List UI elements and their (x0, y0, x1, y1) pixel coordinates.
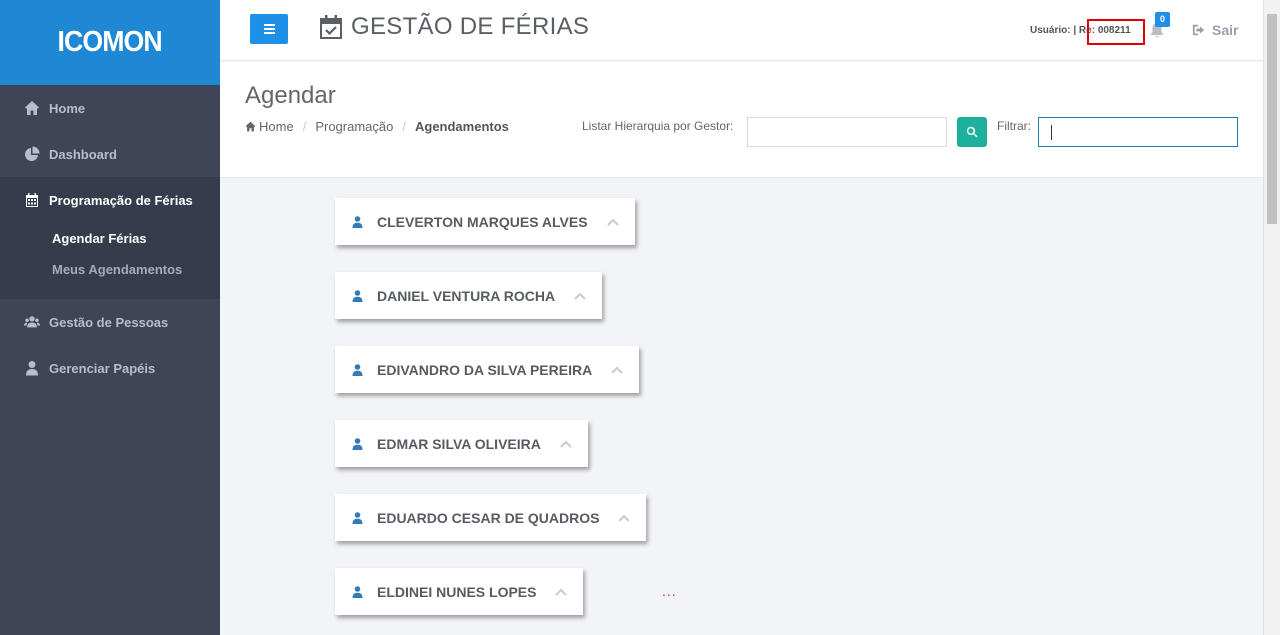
notification-badge: 0 (1155, 12, 1170, 27)
scrollbar-thumb[interactable] (1267, 14, 1277, 224)
sidebar-item-gestao-pessoas[interactable]: Gestão de Pessoas (0, 299, 220, 345)
page-scrollbar[interactable] (1263, 0, 1280, 635)
sidebar-item-label: Gestão de Pessoas (49, 314, 169, 330)
app-title: GESTÃO DE FÉRIAS (319, 13, 589, 41)
user-icon (352, 437, 363, 450)
employee-name: ELDINEI NUNES LOPES (377, 583, 537, 600)
top-header: GESTÃO DE FÉRIAS Usuário: | Re: 008211 0… (220, 0, 1263, 61)
sidebar-nav: Home Dashboard Programação de Férias Age… (0, 85, 220, 391)
sidebar-item-label: Home (49, 100, 86, 116)
sidebar-item-gerenciar-papeis[interactable]: Gerenciar Papéis (0, 345, 220, 391)
user-label: Usuário: | (1030, 25, 1077, 36)
employee-name: EDUARDO CESAR DE QUADROS (377, 509, 600, 526)
text-caret (1051, 125, 1052, 140)
sidebar-item-dashboard[interactable]: Dashboard (0, 131, 220, 177)
employee-name: CLEVERTON MARQUES ALVES (377, 213, 588, 230)
user-icon (352, 215, 363, 228)
breadcrumb-programacao[interactable]: Programação (315, 119, 393, 134)
filter-input[interactable] (1038, 117, 1238, 147)
employee-card[interactable]: EDIVANDRO DA SILVA PEREIRA (335, 346, 640, 393)
logo[interactable]: ICOMON (0, 0, 220, 85)
breadcrumb-current: Agendamentos (414, 119, 509, 134)
employee-name: EDMAR SILVA OLIVEIRA (377, 435, 541, 452)
menu-toggle-button[interactable] (250, 14, 288, 44)
logo-text: ICOMON (57, 26, 163, 58)
sidebar-item-programacao[interactable]: Programação de Férias (0, 177, 220, 223)
sidebar-group-programacao: Programação de Férias Agendar Férias Meu… (0, 177, 220, 299)
filter-label: Filtrar: (997, 119, 1031, 133)
employee-card[interactable]: EDUARDO CESAR DE QUADROS (335, 494, 647, 541)
employee-card[interactable]: DANIEL VENTURA ROCHA (335, 272, 603, 319)
pie-chart-icon (25, 146, 40, 161)
hierarchy-label: Listar Hierarquia por Gestor: (582, 119, 734, 133)
home-icon (25, 101, 39, 115)
sidebar: ICOMON Home Dashboard Programação de Fér… (0, 0, 220, 635)
chevron-up-icon[interactable] (618, 514, 631, 522)
chevron-up-icon[interactable] (574, 292, 586, 300)
sidebar-subitem-agendar-ferias[interactable]: Agendar Férias (0, 223, 220, 254)
employee-name: EDIVANDRO DA SILVA PEREIRA (377, 361, 593, 378)
logout-button[interactable]: Sair (1192, 22, 1238, 38)
search-icon (966, 126, 978, 138)
user-icon (352, 289, 363, 302)
user-icon (352, 363, 363, 376)
sidebar-item-home[interactable]: Home (0, 85, 220, 131)
page-header: Agendar Home / Programação / Agendamento… (220, 62, 1263, 178)
breadcrumb-separator: / (402, 119, 406, 134)
user-icon (352, 585, 363, 598)
breadcrumb: Home / Programação / Agendamentos (245, 119, 509, 134)
highlight-box (1087, 19, 1145, 45)
hierarchy-input[interactable] (747, 117, 947, 147)
employee-card[interactable]: CLEVERTON MARQUES ALVES (335, 198, 635, 245)
user-icon (352, 511, 363, 524)
sidebar-item-label: Dashboard (49, 146, 117, 162)
sidebar-subitem-meus-agendamentos[interactable]: Meus Agendamentos (0, 254, 220, 285)
breadcrumb-home[interactable]: Home (259, 119, 294, 134)
app-title-text: GESTÃO DE FÉRIAS (351, 13, 590, 40)
calendar-check-icon (320, 15, 342, 39)
employee-card[interactable]: ELDINEI NUNES LOPES (335, 568, 584, 615)
breadcrumb-separator: / (302, 119, 307, 134)
home-icon (245, 121, 256, 132)
employee-name: DANIEL VENTURA ROCHA (377, 287, 556, 304)
search-button[interactable] (957, 117, 987, 147)
hamburger-icon (263, 24, 275, 26)
sidebar-item-label: Programação de Férias (49, 192, 193, 208)
chevron-up-icon[interactable] (611, 366, 623, 374)
chevron-up-icon[interactable] (555, 588, 568, 596)
chevron-up-icon[interactable] (606, 218, 619, 226)
chevron-up-icon[interactable] (560, 440, 572, 448)
sign-out-icon (1192, 24, 1205, 36)
users-icon (24, 316, 40, 328)
page-title: Agendar (245, 82, 336, 109)
loading-indicator: ... (662, 583, 677, 599)
calendar-icon (26, 193, 38, 207)
sidebar-item-label: Gerenciar Papéis (49, 360, 156, 376)
user-icon (26, 361, 38, 376)
employee-card[interactable]: EDMAR SILVA OLIVEIRA (335, 420, 588, 467)
logout-label: Sair (1212, 22, 1239, 38)
